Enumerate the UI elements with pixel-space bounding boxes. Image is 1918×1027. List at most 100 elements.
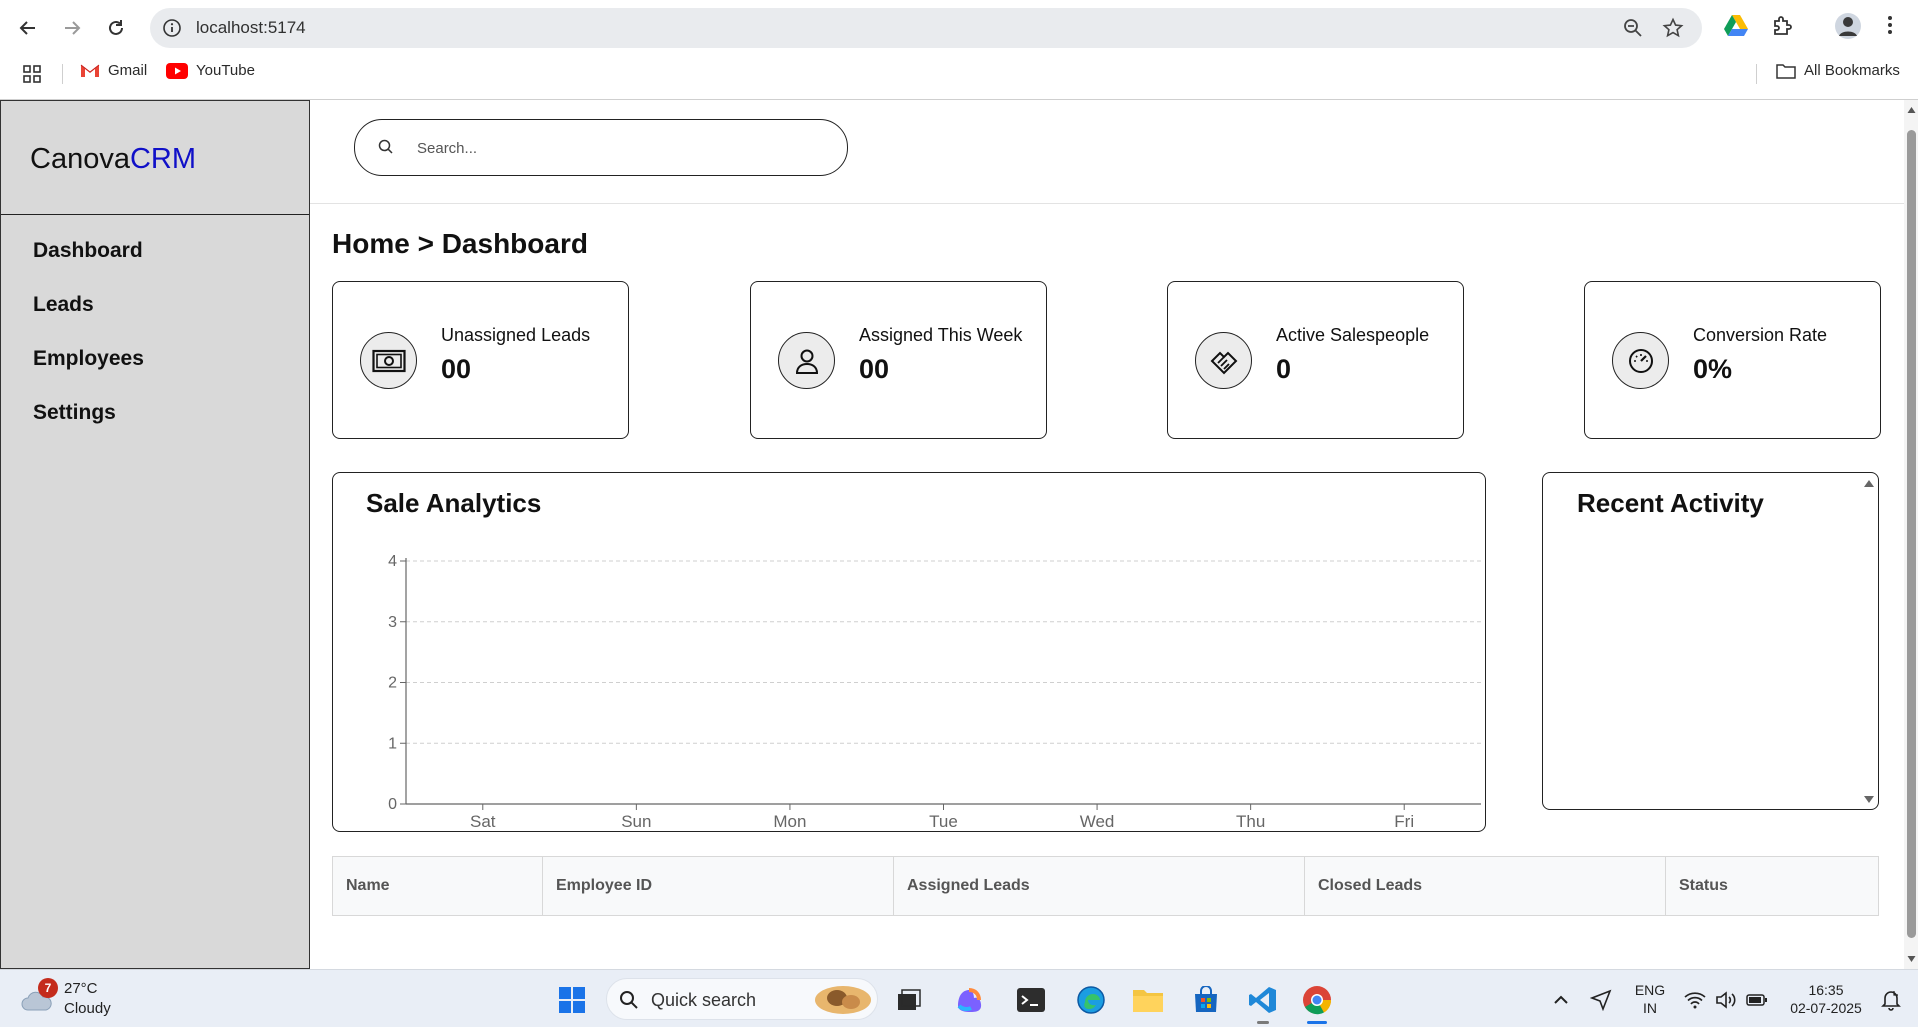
brand-logo[interactable]: CanovaCRM [30, 143, 196, 176]
apps-grid-icon[interactable] [22, 64, 42, 84]
column-header-name[interactable]: Name [333, 857, 543, 915]
search-input[interactable] [417, 134, 817, 162]
recent-activity-panel: Recent Activity [1542, 472, 1879, 810]
y-tick-label: 3 [388, 614, 397, 631]
clock-time: 16:35 [1808, 982, 1844, 998]
terminal-icon [1017, 988, 1045, 1012]
location-button[interactable] [1586, 982, 1616, 1018]
column-header-status[interactable]: Status [1666, 857, 1878, 915]
column-header-closed-leads[interactable]: Closed Leads [1305, 857, 1666, 915]
vscode-icon [1249, 987, 1276, 1013]
bookmarks-bar: Gmail YouTube All Bookmarks [0, 58, 1918, 88]
language-code: ENG [1634, 982, 1666, 998]
sidebar-item-leads[interactable]: Leads [33, 289, 144, 343]
chrome-button[interactable] [1299, 982, 1335, 1024]
scroll-down-arrow[interactable] [1862, 793, 1876, 805]
stat-value: 00 [441, 354, 472, 384]
main-content: Home > Dashboard Unassigned Leads 00 Ass… [310, 100, 1904, 969]
brand: CanovaCRM [1, 101, 309, 215]
search-box[interactable] [354, 119, 848, 176]
stat-card-assigned-this-week: Assigned This Week 00 [750, 281, 1047, 439]
folder-icon [1133, 990, 1163, 1012]
x-tick-label: Wed [1080, 812, 1115, 831]
stat-value: 0 [1276, 354, 1292, 384]
location-arrow-icon [1590, 989, 1612, 1011]
notification-bell-icon [1881, 991, 1901, 1011]
y-tick-label: 1 [388, 735, 397, 752]
y-tick-label: 0 [388, 796, 397, 813]
quick-search-label: Quick search [651, 990, 757, 1010]
store-button[interactable] [1188, 982, 1224, 1018]
sidebar-item-employees[interactable]: Employees [33, 343, 144, 397]
x-tick-label: Sun [621, 812, 651, 831]
folder-icon [1776, 63, 1796, 79]
forward-button[interactable] [56, 12, 88, 44]
taskbar-search[interactable]: Quick search [606, 978, 878, 1020]
stat-label: Unassigned Leads [441, 325, 591, 345]
extensions-puzzle-icon[interactable] [1770, 14, 1794, 38]
bookmark-youtube[interactable]: YouTube [166, 62, 255, 79]
brand-suffix: CRM [129, 143, 197, 175]
clock[interactable]: 16:35 02-07-2025 [1778, 981, 1874, 1017]
employee-table-header: Name Employee ID Assigned Leads Closed L… [332, 856, 1879, 916]
address-bar[interactable]: localhost:5174 [150, 8, 1702, 48]
bookmark-gmail[interactable]: Gmail [80, 62, 147, 79]
battery-button[interactable] [1742, 982, 1772, 1018]
sidebar-item-dashboard[interactable]: Dashboard [33, 235, 144, 289]
copilot-button[interactable] [951, 982, 987, 1018]
start-button[interactable] [554, 982, 590, 1018]
x-tick-label: Thu [1236, 812, 1265, 831]
gmail-icon [80, 64, 100, 77]
stat-value: 00 [859, 354, 890, 384]
scrollbar-thumb[interactable] [1907, 130, 1916, 938]
breadcrumb: Home > Dashboard [332, 228, 588, 259]
stat-label: Conversion Rate [1693, 325, 1828, 345]
battery-icon [1746, 994, 1767, 1006]
tray-overflow-button[interactable] [1546, 982, 1576, 1018]
stat-icon-circle [360, 332, 417, 389]
region-code: IN [1643, 1000, 1657, 1016]
x-tick-label: Sat [470, 812, 496, 831]
column-header-employee-id[interactable]: Employee ID [543, 857, 894, 915]
top-bar [310, 100, 1904, 204]
arrow-right-icon [65, 21, 81, 35]
weather-badge: 7 [38, 978, 58, 998]
column-header-assigned-leads[interactable]: Assigned Leads [894, 857, 1305, 915]
language-indicator[interactable]: ENG IN [1628, 981, 1672, 1017]
copilot-icon [957, 988, 982, 1012]
zoom-icon[interactable] [1622, 17, 1644, 39]
file-explorer-button[interactable] [1130, 982, 1166, 1018]
task-view-button[interactable] [891, 982, 927, 1018]
wifi-button[interactable] [1680, 982, 1710, 1018]
all-bookmarks-button[interactable]: All Bookmarks [1776, 62, 1900, 79]
edge-button[interactable] [1073, 982, 1109, 1018]
speedometer-icon [1628, 348, 1653, 373]
google-drive-icon[interactable] [1724, 14, 1748, 36]
chrome-icon [1303, 986, 1332, 1015]
running-indicator [1257, 1021, 1269, 1024]
reload-button[interactable] [100, 12, 132, 44]
back-button[interactable] [12, 12, 44, 44]
sidebar-item-settings[interactable]: Settings [33, 397, 144, 451]
page-scrollbar[interactable] [1904, 100, 1918, 969]
user-icon [795, 349, 818, 374]
notifications-button[interactable] [1876, 982, 1906, 1018]
volume-button[interactable] [1711, 982, 1741, 1018]
stat-icon-circle [778, 332, 835, 389]
brand-prefix: Canova [30, 143, 130, 175]
vscode-button[interactable] [1245, 982, 1281, 1024]
url-text[interactable]: localhost:5174 [196, 18, 306, 38]
weather-temperature: 27°C [64, 980, 98, 997]
profile-avatar-icon[interactable] [1834, 12, 1862, 40]
taskbar: 7 27°C Cloudy Quick search ENG IN 16:35 … [0, 969, 1918, 1027]
search-highlight-icon [815, 986, 871, 1014]
site-info-icon[interactable] [162, 18, 182, 38]
sale-analytics-panel: Sale Analytics 0 1 2 3 4 Sat Sun Mon Tue Wed Thu Fr… [332, 472, 1486, 832]
browser-toolbar: localhost:5174 Gmail YouTube All Bookmar… [0, 0, 1918, 100]
terminal-button[interactable] [1013, 982, 1049, 1018]
bookmark-star-icon[interactable] [1662, 17, 1684, 39]
volume-icon [1716, 991, 1736, 1009]
task-view-icon [898, 989, 921, 1010]
menu-kebab-icon[interactable] [1886, 14, 1894, 36]
scroll-up-arrow[interactable] [1862, 477, 1876, 489]
